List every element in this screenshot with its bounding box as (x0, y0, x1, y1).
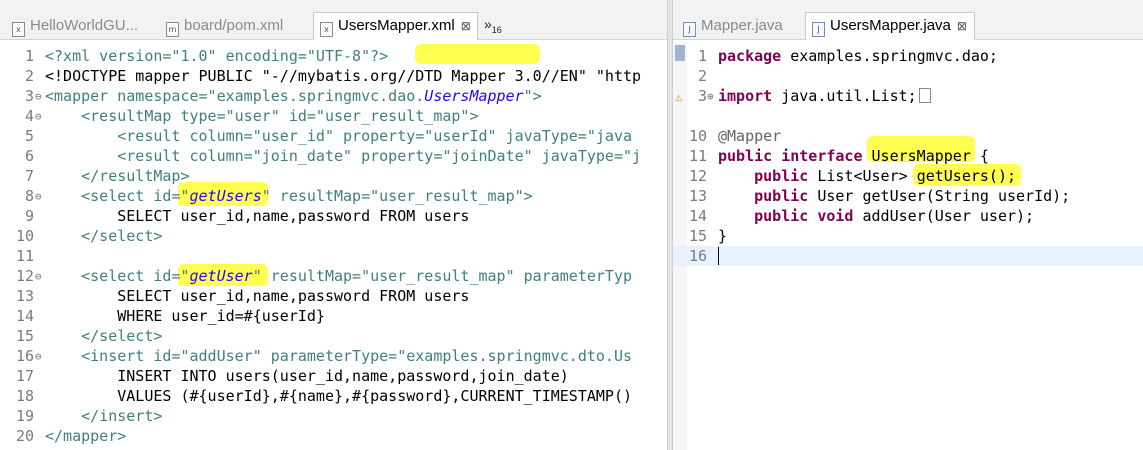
code-line: 2 <!DOCTYPE mapper PUBLIC "-//mybatis.org… (24, 67, 642, 85)
java-file-icon: J (683, 22, 696, 37)
fold-toggle-icon[interactable]: ⊖ (35, 267, 42, 287)
left-tab-bar: x HelloWorldGU... m board/pom.xml x UsersMa… (0, 0, 667, 40)
xml-file-icon: x (320, 22, 333, 37)
code-line: 13 SELECT user_id,name,password FROM use… (15, 287, 470, 305)
code-line: 16 ⊖ <insert id="addUser" parameterType="… (15, 347, 632, 367)
code-line: 9 SELECT user_id,name,password FROM user… (24, 207, 470, 225)
code-line: 11 (15, 247, 34, 265)
code-line: 14 public void addUser(User user); (688, 207, 1035, 225)
xml-editor-pane: x HelloWorldGU... m board/pom.xml x UsersMa… (0, 0, 667, 450)
tab-overflow-button[interactable]: »16 (484, 16, 502, 35)
code-line: 15} (688, 227, 728, 245)
code-line: 20 </mapper> (15, 427, 127, 445)
code-line: 1 <?xml version="1.0" encoding="UTF-8"?> (24, 47, 389, 65)
text-caret (718, 247, 719, 265)
code-line: 5 <result column="user_id" property="use… (24, 127, 632, 145)
code-line: 17 INSERT INTO users(user_id,name,passwo… (15, 367, 569, 385)
tab-helloworldgui[interactable]: x HelloWorldGU... (6, 13, 156, 40)
code-line: 12 ⊖ <select id="getUser" resultMap="user… (15, 267, 633, 287)
java-file-icon: J (812, 22, 825, 37)
tab-usersmapper-xml[interactable]: x UsersMapper.xml ⊠ (313, 12, 478, 40)
code-line: 3 ⊕ import java.util.List; (673, 86, 1143, 106)
code-line: 10 @Mapper (688, 127, 782, 145)
xml-code-area[interactable]: 1 <?xml version="1.0" encoding="UTF-8"?> … (0, 42, 667, 450)
code-line: 18 VALUES (#{userId},#{name},#{password}… (15, 387, 632, 405)
right-tab-bar: J Mapper.java J UsersMapper.java ⊠ (673, 0, 1143, 40)
tab-pom-xml[interactable]: m board/pom.xml (160, 13, 310, 40)
code-line: 2 (697, 67, 707, 85)
java-code-area[interactable]: 1 package examples.springmvc.dao; 2 3 ⊕ imp… (673, 42, 1143, 450)
current-code-line: 16 (673, 246, 1143, 266)
xml-file-icon: x (12, 22, 25, 37)
close-tab-icon[interactable]: ⊠ (461, 19, 471, 33)
code-line: 10 </select> (15, 227, 163, 245)
code-line: 6 <result column="join_date" property="j… (24, 147, 642, 165)
code-line: 3 ⊖ <mapper namespace="examples.springmvc.… (24, 87, 542, 107)
collapsed-region-icon[interactable] (918, 88, 931, 103)
code-line: 11 public interface UsersMapper { (688, 147, 989, 165)
fold-toggle-icon[interactable]: ⊖ (35, 87, 42, 107)
code-line: 1 package examples.springmvc.dao; (697, 47, 998, 65)
code-line: 19 </insert> (15, 407, 163, 425)
code-line: 8 ⊖ <select id="getUsers" resultMap="user… (24, 187, 533, 207)
maven-file-icon: m (166, 22, 179, 37)
code-line: 15 </select> (15, 327, 163, 345)
code-line: 4 ⊖ <resultMap type="user" id="user_resul… (24, 107, 479, 127)
expand-imports-icon[interactable]: ⊕ (707, 87, 714, 107)
code-line: 7 </resultMap> (24, 167, 190, 185)
java-editor-pane: J Mapper.java J UsersMapper.java ⊠ ⚠ 1 packa… (673, 0, 1143, 450)
fold-toggle-icon[interactable]: ⊖ (35, 347, 42, 367)
close-tab-icon[interactable]: ⊠ (957, 19, 967, 33)
code-line: 14 WHERE user_id=#{userId} (15, 307, 325, 325)
code-line: 12 public List<User> getUsers(); (688, 167, 1017, 185)
code-line: 13 public User getUser(String userId); (688, 187, 1071, 205)
tab-usersmapper-java[interactable]: J UsersMapper.java ⊠ (805, 12, 975, 40)
tab-mapper-java[interactable]: J Mapper.java (677, 13, 801, 40)
fold-toggle-icon[interactable]: ⊖ (35, 107, 42, 127)
fold-toggle-icon[interactable]: ⊖ (35, 187, 42, 207)
